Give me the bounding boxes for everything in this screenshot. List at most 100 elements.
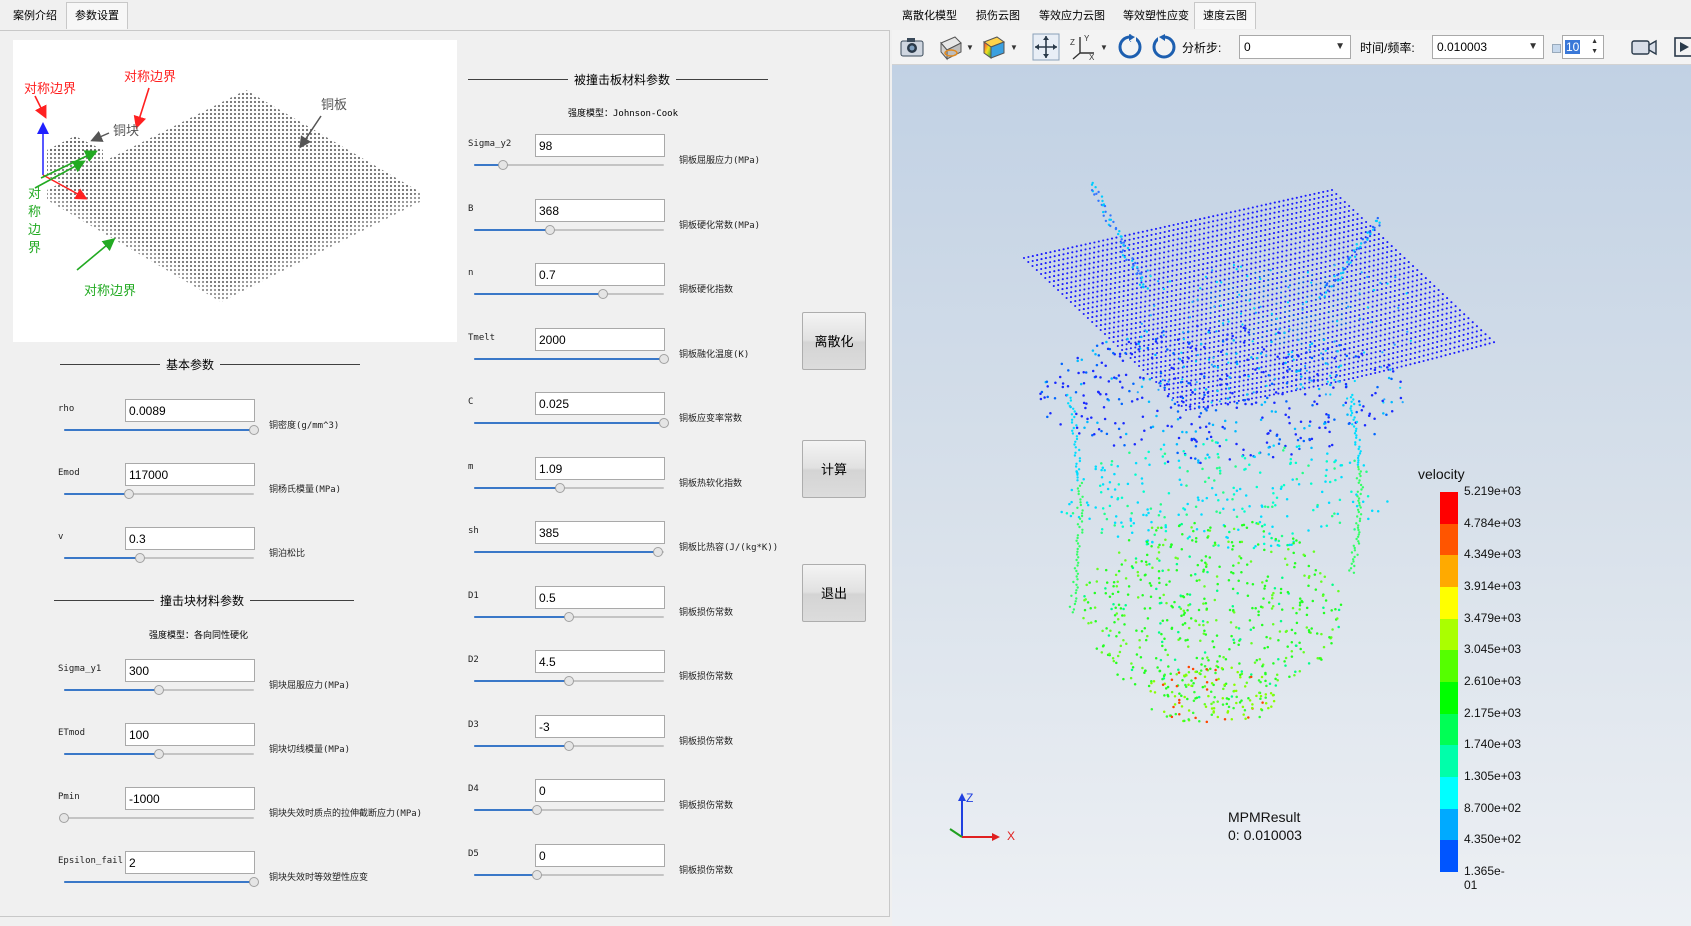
param-desc-emod: 铜杨氏模量(MPa) xyxy=(269,485,342,495)
param-desc-tmelt: 铜板融化温度(K) xyxy=(679,349,750,360)
slider-handle[interactable] xyxy=(59,813,69,823)
param-input-sh[interactable]: 385 xyxy=(535,521,665,544)
slider-handle[interactable] xyxy=(135,553,145,563)
param-input-d2[interactable]: 4.5 xyxy=(535,650,665,673)
param-slider-pmin[interactable] xyxy=(59,811,254,825)
tab-param-settings[interactable]: 参数设置 xyxy=(66,2,128,29)
param-input-sigma-y2[interactable]: 98 xyxy=(535,134,665,157)
param-input-sigma-y1[interactable]: 300 xyxy=(125,659,255,682)
param-input-v[interactable]: 0.3 xyxy=(125,527,255,550)
result-name: MPMResult xyxy=(1228,809,1301,825)
slider-handle[interactable] xyxy=(659,418,669,428)
rotate-cw-icon[interactable] xyxy=(1116,33,1144,61)
param-input-rho[interactable]: 0.0089 xyxy=(125,399,255,422)
tab-case-intro[interactable]: 案例介绍 xyxy=(4,2,66,30)
param-slider-b[interactable] xyxy=(474,223,664,237)
param-input-pmin[interactable]: -1000 xyxy=(125,787,255,810)
clip-plane-icon[interactable] xyxy=(936,33,964,61)
param-input-c[interactable]: 0.025 xyxy=(535,392,665,415)
param-label-tmelt: Tmelt xyxy=(468,332,496,343)
tab-discrete-model[interactable]: 离散化模型 xyxy=(893,2,966,30)
param-slider-n[interactable] xyxy=(474,287,664,301)
camera-icon[interactable] xyxy=(898,33,926,61)
param-slider-emod[interactable] xyxy=(64,487,254,501)
param-slider-sh[interactable] xyxy=(474,545,664,559)
axes-orientation-icon[interactable]: Y X Z xyxy=(1070,33,1098,62)
3d-viewport[interactable]: Z X MPMResult 0: 0.010003 velocity 5.219… xyxy=(892,65,1691,926)
slider-handle[interactable] xyxy=(554,482,565,493)
param-slider-v[interactable] xyxy=(64,551,254,565)
param-slider-sigma-y1[interactable] xyxy=(64,683,254,697)
exit-button[interactable]: 退出 xyxy=(802,564,866,622)
param-slider-d1[interactable] xyxy=(474,610,664,624)
param-slider-d4[interactable] xyxy=(474,803,664,817)
param-input-b[interactable]: 368 xyxy=(535,198,665,222)
slider-handle[interactable] xyxy=(598,289,609,299)
sym-boundary-label-top-mid: 对称边界 xyxy=(124,69,177,84)
param-input-n[interactable]: 0.7 xyxy=(535,263,665,286)
frame-spinbox[interactable]: 10 ▲ ▼ xyxy=(1562,35,1604,59)
chevron-down-icon[interactable]: ▼ xyxy=(966,43,974,52)
compute-button[interactable]: 计算 xyxy=(802,440,866,498)
param-slider-m[interactable] xyxy=(474,481,664,495)
param-input-d1[interactable]: 0.5 xyxy=(535,585,665,609)
slider-handle[interactable] xyxy=(249,877,259,887)
axis-label-z: Z xyxy=(966,791,974,805)
chevron-down-icon[interactable]: ▼ xyxy=(1100,43,1108,52)
slider-handle[interactable] xyxy=(531,869,542,880)
tab-equiv-stress[interactable]: 等效应力云图 xyxy=(1030,2,1114,30)
param-input-etmod[interactable]: 100 xyxy=(125,723,255,746)
param-slider-sigma-y2[interactable] xyxy=(474,158,664,172)
param-input-emod[interactable]: 117000 xyxy=(125,463,255,486)
play-icon[interactable] xyxy=(1670,33,1691,61)
video-record-icon[interactable] xyxy=(1630,33,1658,61)
param-slider-d3[interactable] xyxy=(474,739,664,753)
param-label-m: m xyxy=(468,461,474,472)
slider-handle[interactable] xyxy=(123,489,134,499)
tab-damage-contour[interactable]: 损伤云图 xyxy=(967,2,1029,30)
step-select[interactable]: 0 ▼ xyxy=(1239,35,1351,59)
copper-block-label: 铜块 xyxy=(113,123,140,138)
param-slider-tmelt[interactable] xyxy=(474,352,669,366)
slider-handle[interactable] xyxy=(154,749,164,759)
slider-handle[interactable] xyxy=(659,353,669,364)
sym-boundary-label-bottom: 对称边界 xyxy=(84,283,137,298)
slider-handle[interactable] xyxy=(531,805,542,815)
param-input-epsilon-fail[interactable]: 2 xyxy=(125,851,255,874)
slider-handle[interactable] xyxy=(545,224,555,235)
param-slider-d5[interactable] xyxy=(474,868,664,882)
discretize-button[interactable]: 离散化 xyxy=(802,312,866,370)
tab-equiv-plastic-strain[interactable]: 等效塑性应变 xyxy=(1114,2,1198,30)
param-input-m[interactable]: 1.09 xyxy=(535,456,665,480)
time-select[interactable]: 0.010003 ▼ xyxy=(1432,35,1544,59)
param-input-d4[interactable]: 0 xyxy=(535,779,665,802)
y-axis-arrow xyxy=(949,828,963,838)
slider-handle[interactable] xyxy=(564,611,574,622)
param-input-d5[interactable]: 0 xyxy=(535,843,665,867)
param-input-d3[interactable]: -3 xyxy=(535,714,665,738)
param-slider-epsilon-fail[interactable] xyxy=(64,875,259,889)
param-desc-epsilon-fail: 铜块失效时等效塑性应变 xyxy=(269,873,369,883)
color-cube-icon[interactable] xyxy=(980,33,1008,61)
spin-arrows-icon[interactable]: ▲ ▼ xyxy=(1591,37,1598,57)
legend-band xyxy=(1440,777,1458,810)
param-input-tmelt[interactable]: 2000 xyxy=(535,327,665,351)
slider-handle[interactable] xyxy=(564,676,574,686)
param-slider-rho[interactable] xyxy=(64,423,259,437)
param-desc-etmod: 铜块切线模量(MPa) xyxy=(269,745,351,755)
param-slider-c[interactable] xyxy=(474,416,669,430)
slider-handle[interactable] xyxy=(564,740,574,751)
sym-boundary-label-vertical: 对称 边界 xyxy=(28,186,42,255)
slider-handle[interactable] xyxy=(653,547,664,557)
slider-handle[interactable] xyxy=(497,160,508,170)
chevron-down-icon[interactable]: ▼ xyxy=(1010,43,1018,52)
param-desc-n: 铜板硬化指数 xyxy=(679,285,734,295)
move-icon[interactable] xyxy=(1032,33,1060,61)
svg-text:X: X xyxy=(1089,53,1095,61)
slider-handle[interactable] xyxy=(249,425,259,435)
tab-velocity-contour[interactable]: 速度云图 xyxy=(1194,2,1256,29)
param-slider-d2[interactable] xyxy=(474,674,664,688)
slider-handle[interactable] xyxy=(154,685,164,695)
rotate-ccw-icon[interactable] xyxy=(1150,33,1178,61)
param-slider-etmod[interactable] xyxy=(64,747,254,761)
